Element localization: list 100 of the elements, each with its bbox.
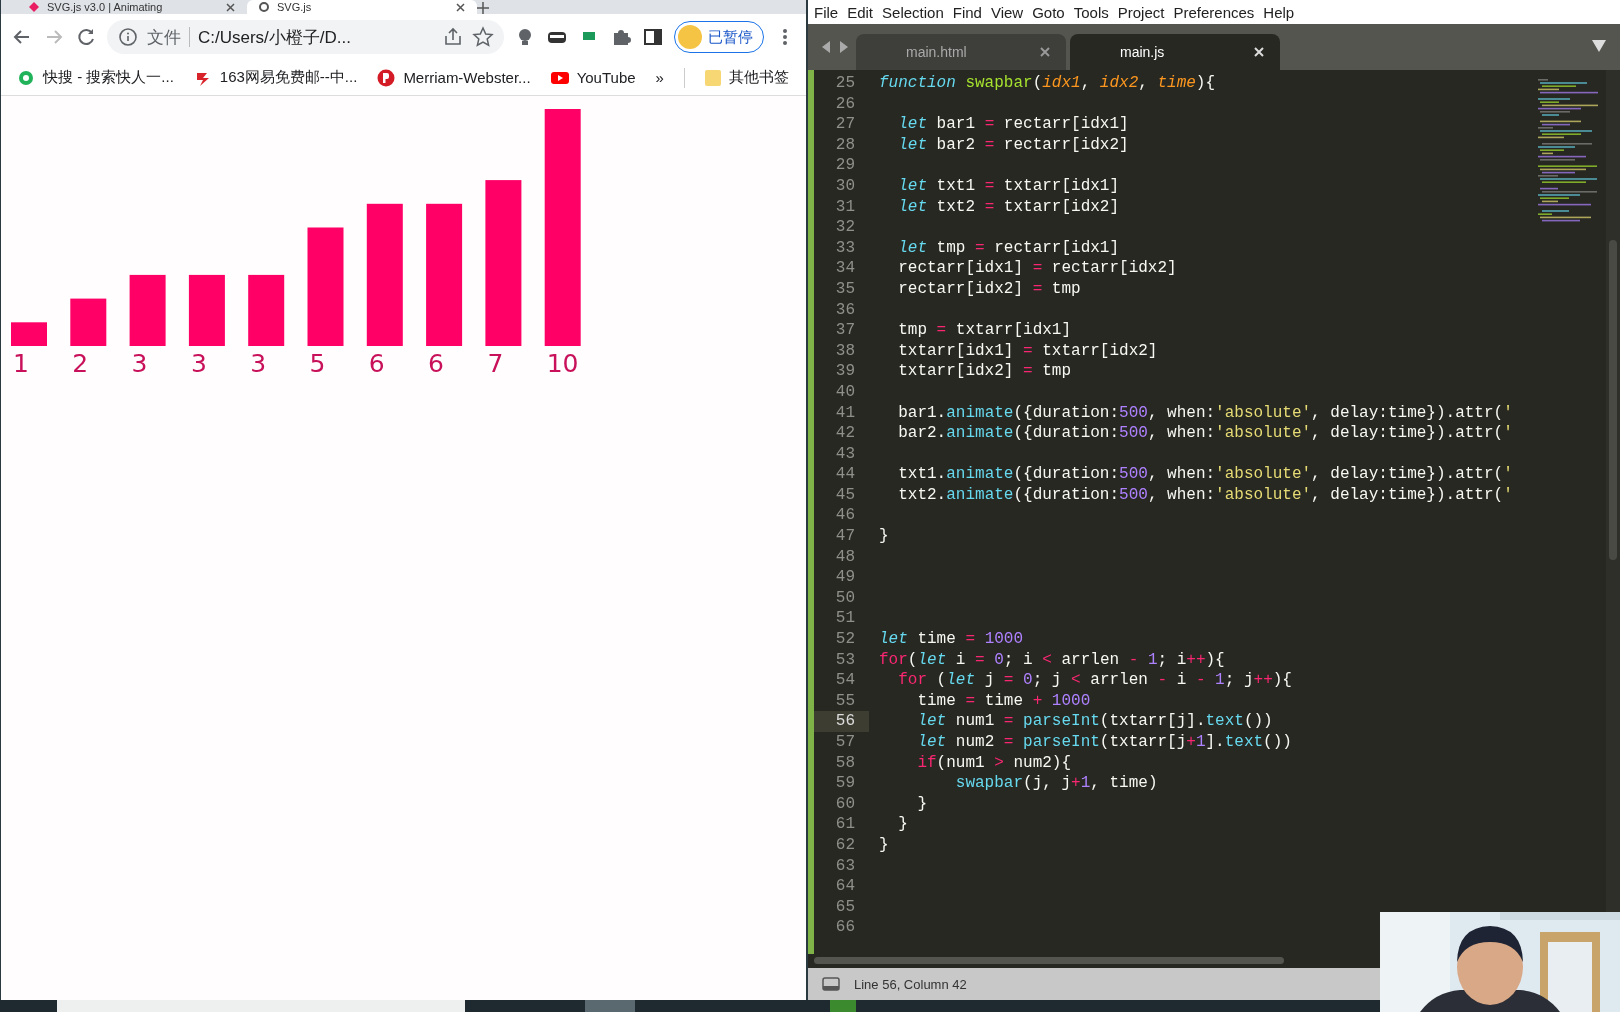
url-text: C:/Users/小橙子/D... — [198, 26, 352, 49]
code-line: for (let j = 0; j < arrlen - i - 1; j++){ — [897, 670, 1293, 691]
scrollbar-thumb[interactable] — [814, 957, 1284, 964]
close-icon[interactable] — [226, 2, 235, 12]
star-icon[interactable] — [472, 26, 494, 48]
code-line: } — [879, 834, 890, 856]
line-number: 27 — [834, 114, 856, 135]
code-line: let tmp = rectarr[idx1] — [897, 237, 1121, 259]
scrollbar-thumb[interactable] — [1609, 240, 1617, 560]
page-icon[interactable] — [29, 2, 39, 12]
line-number: 42 — [834, 423, 856, 444]
menu-item[interactable]: Project — [1117, 3, 1165, 21]
menu-item[interactable]: Edit — [847, 3, 874, 21]
panel-icon[interactable] — [822, 977, 840, 991]
line-number: 52 — [834, 629, 856, 650]
line-number: 51 — [834, 608, 856, 630]
line-number: 31 — [834, 196, 856, 218]
value-label: 1 — [13, 349, 29, 378]
browser-tab[interactable]: SVG.js — [247, 0, 477, 14]
bar — [129, 274, 166, 346]
cursor-position: Line 56, Column 42 — [854, 976, 967, 992]
menu-item[interactable]: File — [814, 3, 839, 21]
close-icon[interactable] — [456, 2, 465, 12]
profile-button[interactable]: 已暂停 — [674, 21, 764, 53]
line-number: 56 — [814, 711, 869, 732]
line-number: 57 — [834, 732, 856, 753]
line-number: 54 — [834, 670, 856, 691]
line-number: 29 — [834, 155, 856, 176]
code-line: let num1 = parseInt(txtarr[j].text()) — [916, 711, 1274, 732]
page-icon[interactable] — [259, 2, 269, 12]
value-label: 6 — [368, 349, 385, 378]
line-number: 59 — [834, 773, 856, 794]
editor-tab[interactable]: main.js — [1070, 34, 1280, 70]
line-number: 41 — [834, 402, 856, 424]
more-bookmarks-button[interactable]: » — [655, 69, 664, 86]
info-icon[interactable] — [117, 26, 139, 48]
code-line: txtarr[idx1] = txtarr[idx2] — [897, 340, 1159, 362]
code-line: } — [879, 526, 890, 547]
code-line: } — [897, 814, 909, 835]
value-label: 7 — [487, 349, 504, 378]
code-line: time = time + 1000 — [916, 690, 1092, 712]
menu-item[interactable]: Help — [1263, 3, 1295, 21]
tab-title: SVG.js — [277, 1, 313, 13]
value-label: 5 — [309, 349, 326, 378]
line-number: 53 — [834, 649, 856, 671]
bookmark[interactable]: Merriam-Webster... — [377, 68, 531, 87]
reload-icon[interactable] — [75, 26, 97, 48]
share-icon[interactable] — [442, 26, 464, 48]
value-label: 6 — [428, 349, 444, 378]
line-number: 26 — [834, 93, 856, 115]
code-line: rectarr[idx2] = tmp — [897, 278, 1082, 300]
value-label: 2 — [72, 349, 89, 378]
search-field[interactable] — [57, 1000, 465, 1012]
line-number: 38 — [834, 340, 856, 362]
line-number: 39 — [834, 361, 856, 382]
code-line: let num2 = parseInt(txtarr[j+1].text()) — [916, 732, 1293, 753]
editor-tab[interactable]: main.html — [856, 34, 1066, 70]
line-number: 64 — [834, 876, 856, 897]
bookmark[interactable]: YouTube — [550, 68, 636, 87]
menu-item[interactable]: Selection — [882, 3, 944, 21]
line-number: 58 — [834, 752, 856, 774]
bookmark-folder[interactable]: 其他书签 — [704, 68, 789, 87]
folder-icon — [704, 68, 721, 87]
value-label: 3 — [131, 349, 148, 378]
sidebar-icon[interactable] — [642, 26, 664, 48]
code-line: for(let i = 0; i < arrlen - 1; i++){ — [879, 649, 1226, 671]
menu-item[interactable]: Find — [952, 3, 982, 21]
line-number: 32 — [834, 217, 856, 238]
line-number: 33 — [834, 237, 856, 259]
new-tab-icon[interactable] — [477, 2, 489, 14]
value-label: 10 — [546, 349, 579, 378]
value-label: 3 — [190, 349, 207, 378]
code-line: } — [916, 793, 928, 815]
bookmark[interactable]: 163网易免费邮--中... — [193, 68, 358, 87]
code-line: function swapbar(idx1, idx2, time){ — [879, 73, 1217, 94]
address-bar[interactable]: 文件 C:/Users/小橙子/D... — [107, 20, 504, 54]
line-number: 36 — [834, 299, 856, 321]
browser-tab[interactable]: SVG.js v3.0 | Animating — [17, 0, 247, 14]
line-number: 47 — [834, 526, 856, 547]
code-line: txtarr[idx2] = tmp — [897, 361, 1073, 382]
line-number: 25 — [834, 73, 856, 94]
code-line: rectarr[idx1] = rectarr[idx2] — [897, 258, 1178, 279]
code-line: swapbar(j, j+1, time) — [954, 773, 1159, 794]
dropdown-icon[interactable] — [1592, 40, 1606, 52]
scheme-label: 文件 — [147, 26, 181, 49]
code-line: txt2.animate({duration:500, when:'absolute', delay:time}).attr(' — [897, 484, 1514, 506]
menu-item[interactable]: Tools — [1073, 3, 1109, 21]
bar — [188, 274, 225, 346]
line-number: 40 — [834, 381, 856, 403]
code-line: txt1.animate({duration:500, when:'absolute', delay:time}).attr(' — [897, 464, 1514, 485]
line-number: 48 — [834, 546, 856, 568]
line-number: 63 — [834, 855, 856, 877]
bookmark[interactable]: 快搜 - 搜索快人一... — [17, 68, 174, 87]
line-number: 50 — [834, 587, 856, 609]
bar — [70, 298, 107, 346]
line-number: 44 — [834, 464, 856, 485]
line-number: 66 — [834, 917, 856, 938]
menu-item[interactable]: Goto — [1032, 3, 1065, 21]
menu-item[interactable]: Preferences — [1173, 3, 1255, 21]
menu-item[interactable]: View — [990, 3, 1024, 21]
